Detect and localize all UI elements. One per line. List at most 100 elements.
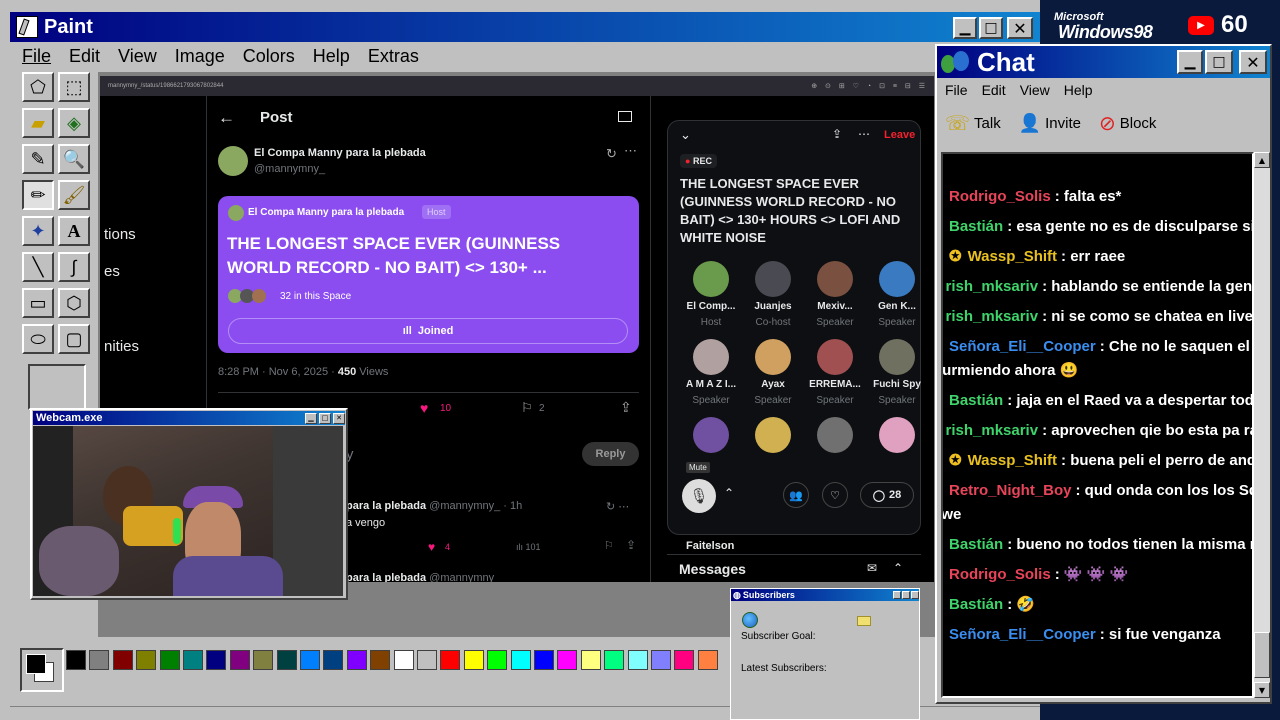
rect-select-icon[interactable]: ⬚ <box>58 72 90 102</box>
palette-swatch[interactable] <box>183 650 203 670</box>
heart-icon[interactable]: ♥ <box>420 400 428 416</box>
current-colors[interactable] <box>20 648 64 692</box>
address-bar[interactable]: mannymny_/status/1986621793067802844 <box>108 83 223 89</box>
talk-button[interactable]: ☏ Talk <box>945 111 1001 136</box>
menu-file[interactable]: File <box>22 46 51 67</box>
palette-swatch[interactable] <box>66 650 86 670</box>
ellipse-icon[interactable]: ⬭ <box>22 324 54 354</box>
reply1-share-icon[interactable]: ⇪ <box>626 538 636 552</box>
speaker-avatar[interactable] <box>693 417 729 453</box>
pencil-icon[interactable]: ✏ <box>22 180 54 210</box>
subs-maximize-button[interactable] <box>902 591 910 599</box>
palette-swatch[interactable] <box>487 650 508 670</box>
chat-menu-file[interactable]: File <box>945 82 968 98</box>
minimize-button[interactable]: ▁ <box>953 17 977 39</box>
subs-close-button[interactable] <box>911 591 919 599</box>
palette-swatch[interactable] <box>557 650 578 670</box>
palette-swatch[interactable] <box>370 650 391 670</box>
menu-extras[interactable]: Extras <box>368 46 419 67</box>
reply1-grok-icon[interactable]: ↻ ⋯ <box>606 500 629 513</box>
menu-colors[interactable]: Colors <box>243 46 295 67</box>
more-options-icon[interactable]: ⋯ <box>624 143 637 159</box>
free-select-icon[interactable]: ⬠ <box>22 72 54 102</box>
chat-menu-edit[interactable]: Edit <box>982 82 1006 98</box>
chat-username[interactable]: rish_mksariv <box>946 308 1039 325</box>
chat-username[interactable]: Bastián <box>949 392 1003 409</box>
speaker-avatar[interactable] <box>817 417 853 453</box>
reply-button[interactable]: Reply <box>582 442 639 466</box>
palette-swatch[interactable] <box>206 650 227 670</box>
magnifier-icon[interactable]: 🔍 <box>58 144 90 174</box>
speaker-avatar[interactable] <box>817 261 853 297</box>
chat-username[interactable]: Retro_Night_Boy <box>949 482 1072 499</box>
chat-username[interactable]: Señora_Eli__Cooper <box>949 338 1096 355</box>
line-icon[interactable]: ╲ <box>22 252 54 282</box>
side-nav-item-2[interactable]: es <box>104 263 120 280</box>
mic-button[interactable]: 🎙 <box>682 479 716 513</box>
palette-swatch[interactable] <box>393 650 414 670</box>
palette-swatch[interactable] <box>674 650 695 670</box>
joined-button[interactable]: ıll Joined <box>228 318 628 344</box>
text-tool-icon[interactable]: A <box>58 216 90 246</box>
subs-minimize-button[interactable] <box>893 591 901 599</box>
react-icon[interactable]: ♡ <box>822 482 848 508</box>
tool-options[interactable] <box>28 364 86 410</box>
people-icon[interactable]: 👥 <box>783 482 809 508</box>
chat-maximize-button[interactable]: □ <box>1205 50 1233 74</box>
comments-button[interactable]: ◯ 28 <box>860 482 914 508</box>
speaker-avatar[interactable] <box>755 261 791 297</box>
rounded-rect-icon[interactable]: ▢ <box>58 324 90 354</box>
reply1-author[interactable]: para la plebada @mannymny_ · 1h <box>346 500 522 512</box>
palette-swatch[interactable] <box>253 650 274 670</box>
palette-swatch[interactable] <box>159 650 180 670</box>
speaker-avatar[interactable] <box>755 339 791 375</box>
maximize-button[interactable]: □ <box>979 17 1003 39</box>
eraser-icon[interactable]: ▰ <box>22 108 54 138</box>
chat-username[interactable]: Wassp_Shift <box>968 452 1057 469</box>
palette-swatch[interactable] <box>323 650 344 670</box>
webcam-minimize-button[interactable]: ▁ <box>305 412 317 424</box>
speaker-avatar[interactable] <box>879 417 915 453</box>
scroll-thumb[interactable] <box>1254 632 1270 678</box>
side-nav-item-3[interactable]: nities <box>104 338 139 355</box>
palette-swatch[interactable] <box>510 650 531 670</box>
speaker-avatar[interactable] <box>693 339 729 375</box>
block-button[interactable]: ⊘ Block <box>1099 111 1156 136</box>
palette-swatch[interactable] <box>417 650 437 670</box>
share-space-icon[interactable]: ⇪ <box>832 127 842 141</box>
author-handle[interactable]: @mannymny_ <box>254 163 325 175</box>
rectangle-icon[interactable]: ▭ <box>22 288 54 318</box>
expand-messages-icon[interactable]: ⌃ <box>893 561 903 575</box>
palette-swatch[interactable] <box>276 650 297 670</box>
chat-menu-view[interactable]: View <box>1020 82 1050 98</box>
palette-swatch[interactable] <box>346 650 367 670</box>
author-avatar[interactable] <box>218 146 248 176</box>
color-picker-icon[interactable]: ✎ <box>22 144 54 174</box>
reader-mode-icon[interactable] <box>618 111 632 122</box>
chat-menu-help[interactable]: Help <box>1064 82 1093 98</box>
menu-image[interactable]: Image <box>175 46 225 67</box>
speaker-avatar[interactable] <box>879 339 915 375</box>
webcam-maximize-button[interactable]: □ <box>319 412 331 424</box>
space-card[interactable]: El Compa Manny para la plebada Host THE … <box>218 196 639 353</box>
palette-swatch[interactable] <box>229 650 250 670</box>
share-icon[interactable]: ⇪ <box>620 399 632 416</box>
messages-drawer[interactable]: Messages ✉ ⌃ <box>667 554 921 582</box>
space-more-icon[interactable]: ⋯ <box>858 127 870 141</box>
fill-icon[interactable]: ◈ <box>58 108 90 138</box>
menu-edit[interactable]: Edit <box>69 46 100 67</box>
polygon-icon[interactable]: ⬡ <box>58 288 90 318</box>
webcam-close-button[interactable]: ✕ <box>333 412 345 424</box>
palette-swatch[interactable] <box>112 650 133 670</box>
chat-minimize-button[interactable]: ▁ <box>1177 50 1203 74</box>
palette-swatch[interactable] <box>580 650 601 670</box>
collapse-icon[interactable]: ⌄ <box>680 127 691 143</box>
speaker-avatar[interactable] <box>755 417 791 453</box>
leave-button[interactable]: Leave <box>884 129 915 141</box>
chat-username[interactable]: Señora_Eli__Cooper <box>949 626 1096 643</box>
grok-icon[interactable]: ↻ <box>606 146 617 162</box>
author-name[interactable]: El Compa Manny para la plebada <box>254 147 426 159</box>
palette-swatch[interactable] <box>136 650 157 670</box>
menu-view[interactable]: View <box>118 46 157 67</box>
bookmark-icon[interactable]: ⚐ <box>521 400 533 416</box>
